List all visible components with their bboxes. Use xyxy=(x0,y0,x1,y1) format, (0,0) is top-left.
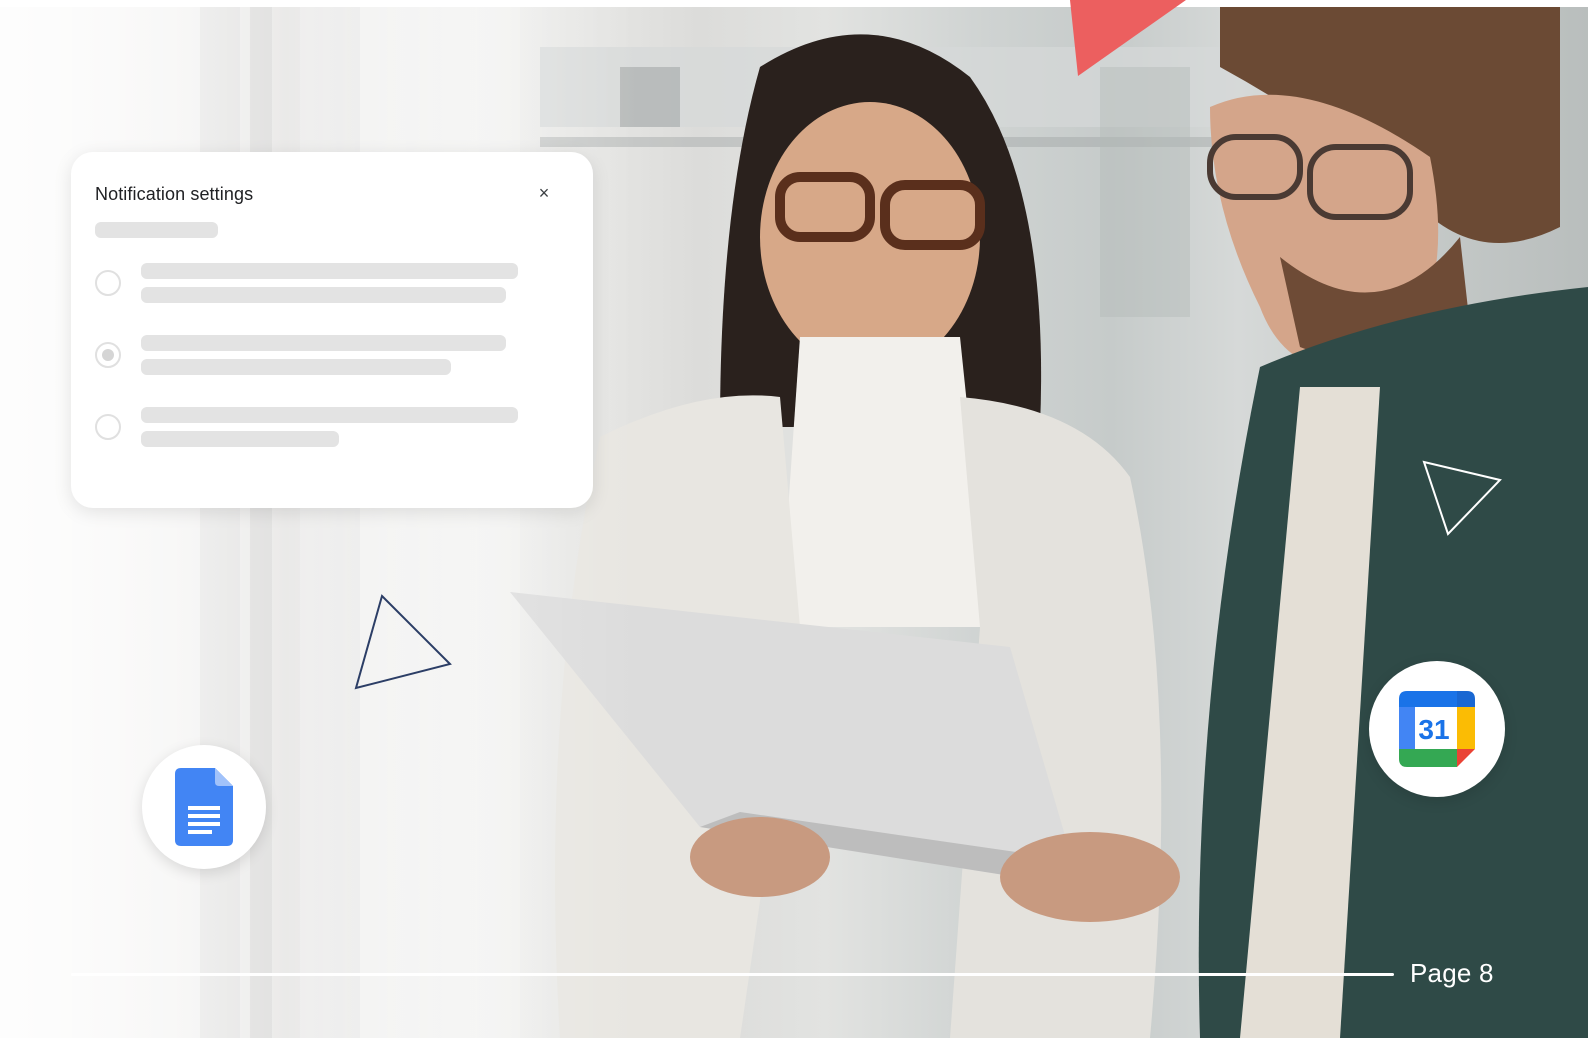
footer-divider xyxy=(71,973,1394,976)
docs-badge xyxy=(142,745,266,869)
google-docs-icon xyxy=(175,768,233,846)
calendar-badge: 31 xyxy=(1369,661,1505,797)
radio-option-2-selected[interactable] xyxy=(95,342,121,368)
white-outline-triangle-decoration xyxy=(1422,460,1502,536)
option-2-line-1-placeholder xyxy=(141,335,506,351)
radio-option-3[interactable] xyxy=(95,414,121,440)
close-icon: × xyxy=(538,182,550,203)
dialog-title: Notification settings xyxy=(95,184,254,204)
subtitle-placeholder xyxy=(95,222,218,238)
option-1-line-1-placeholder xyxy=(141,263,518,279)
notification-settings-dialog: Notification settings × xyxy=(71,152,593,508)
outline-triangle-decoration xyxy=(354,594,452,690)
page-number: Page 8 xyxy=(1410,958,1494,988)
coral-triangle-decoration xyxy=(1070,0,1186,76)
option-2-line-2-placeholder xyxy=(141,359,451,375)
option-3-line-1-placeholder xyxy=(141,407,518,423)
close-button[interactable]: × xyxy=(533,182,555,204)
option-3-line-2-placeholder xyxy=(141,431,339,447)
calendar-day-number: 31 xyxy=(1418,714,1450,745)
top-strip xyxy=(0,0,1588,7)
option-1-line-2-placeholder xyxy=(141,287,506,303)
radio-option-1[interactable] xyxy=(95,270,121,296)
page-canvas: Notification settings × 31 Page 8 xyxy=(0,0,1588,1038)
